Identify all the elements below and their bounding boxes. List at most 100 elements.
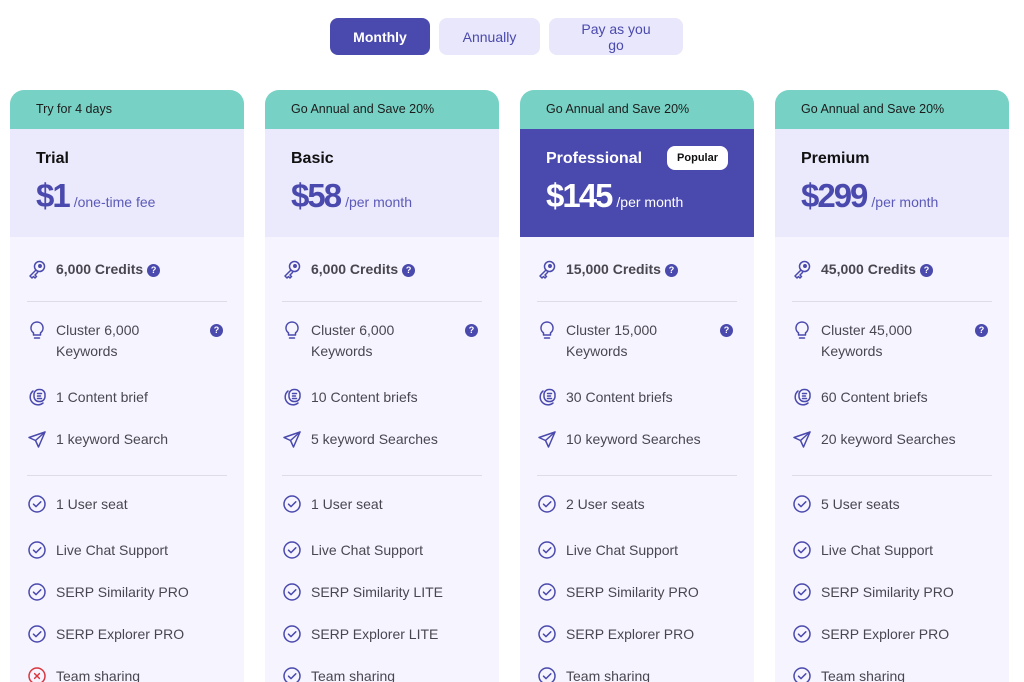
lightbulb-icon: [282, 320, 302, 340]
feature-row: Live Chat Support: [282, 522, 482, 564]
help-icon[interactable]: ?: [465, 324, 478, 337]
briefs-label: 60 Content briefs: [821, 389, 928, 405]
price-row: $145 /per month: [546, 177, 754, 215]
lightbulb-icon: [537, 320, 557, 340]
plan-features: 6,000 Credits? Cluster 6,000 Keywords ? …: [10, 237, 244, 682]
plan-price: $58: [291, 177, 342, 214]
feature-label: SERP Explorer PRO: [566, 626, 695, 642]
plan-card-trial[interactable]: Try for 4 days Trial $1 /one-time fee 6,…: [10, 90, 244, 682]
check-circle-icon: [27, 582, 47, 602]
content-brief-icon: [27, 387, 47, 407]
plan-features: 15,000 Credits? Cluster 15,000 Keywords …: [520, 237, 754, 682]
check-circle-icon: [792, 582, 812, 602]
check-circle-icon: [27, 540, 47, 560]
credits-row: 45,000 Credits?: [792, 237, 992, 301]
send-icon: [792, 429, 812, 449]
content-brief-icon: [792, 387, 812, 407]
plan-banner: Go Annual and Save 20%: [775, 90, 1009, 129]
plan-price: $299: [801, 177, 868, 214]
searches-label: 10 keyword Searches: [566, 431, 701, 447]
help-icon[interactable]: ?: [919, 264, 933, 277]
searches-row: 10 keyword Searches: [537, 423, 737, 475]
feature-row: SERP Similarity PRO: [27, 564, 227, 606]
plan-banner: Go Annual and Save 20%: [265, 90, 499, 129]
searches-label: 1 keyword Search: [56, 431, 169, 447]
feature-label: Team sharing: [566, 668, 651, 682]
searches-row: 5 keyword Searches: [282, 423, 482, 475]
help-icon[interactable]: ?: [975, 324, 988, 337]
searches-row: 1 keyword Search: [27, 423, 227, 475]
help-icon[interactable]: ?: [210, 324, 223, 337]
feature-row: SERP Explorer PRO: [537, 606, 737, 648]
feature-row: Live Chat Support: [537, 522, 737, 564]
feature-row: 1 User seat: [27, 476, 227, 522]
check-circle-icon: [537, 582, 557, 602]
credits-row: 6,000 Credits?: [282, 237, 482, 301]
feature-label: Team sharing: [821, 668, 906, 682]
feature-row: SERP Similarity LITE: [282, 564, 482, 606]
feature-row: SERP Explorer LITE: [282, 606, 482, 648]
plan-banner: Go Annual and Save 20%: [520, 90, 754, 129]
annually-tab[interactable]: Annually: [439, 18, 540, 55]
feature-row: Team sharing: [792, 648, 992, 682]
feature-label: Team sharing: [56, 668, 141, 682]
feature-row: 5 User seats: [792, 476, 992, 522]
feature-label: SERP Similarity PRO: [56, 584, 189, 600]
feature-label: SERP Similarity PRO: [821, 584, 954, 600]
key-icon: [537, 259, 557, 279]
check-circle-icon: [537, 624, 557, 644]
feature-list: 1 User seat Live Chat Support SERP Similar…: [282, 476, 482, 682]
searches-row: 20 keyword Searches: [792, 423, 992, 475]
feature-row: Live Chat Support: [792, 522, 992, 564]
pay-as-you-go-tab[interactable]: Pay as you go: [549, 18, 683, 55]
help-icon[interactable]: ?: [147, 264, 161, 277]
feature-list: 2 User seats Live Chat Support SERP Simila…: [537, 476, 737, 682]
check-circle-icon: [282, 540, 302, 560]
pricing-cards: Try for 4 days Trial $1 /one-time fee 6,…: [10, 90, 1009, 682]
feature-list: 1 User seat Live Chat Support SERP Similar…: [27, 476, 227, 682]
feature-label: 5 User seats: [821, 496, 900, 512]
plan-header: Premium $299 /per month: [775, 129, 1009, 237]
key-icon: [792, 259, 812, 279]
help-icon[interactable]: ?: [720, 324, 733, 337]
credits-label: 6,000 Credits: [56, 261, 144, 277]
plan-period: /per month: [345, 194, 412, 210]
feature-label: Live Chat Support: [566, 542, 679, 558]
check-circle-icon: [27, 494, 47, 514]
help-icon[interactable]: ?: [664, 264, 678, 277]
feature-label: SERP Similarity LITE: [311, 584, 443, 600]
plan-card-basic[interactable]: Go Annual and Save 20% Basic $58 /per mo…: [265, 90, 499, 682]
feature-row: Live Chat Support: [27, 522, 227, 564]
feature-row: Team sharing: [537, 648, 737, 682]
feature-row: Team sharing: [282, 648, 482, 682]
check-circle-icon: [282, 666, 302, 682]
check-circle-icon: [792, 666, 812, 682]
check-circle-icon: [792, 494, 812, 514]
feature-label: 1 User seat: [56, 496, 128, 512]
check-circle-icon: [537, 666, 557, 682]
key-icon: [282, 259, 302, 279]
lightbulb-icon: [27, 320, 47, 340]
send-icon: [27, 429, 47, 449]
plan-card-premium[interactable]: Go Annual and Save 20% Premium $299 /per…: [775, 90, 1009, 682]
plan-period: /per month: [616, 194, 684, 210]
plan-period: /per month: [871, 194, 939, 210]
lightbulb-icon: [792, 320, 812, 340]
monthly-tab[interactable]: Monthly: [330, 18, 430, 55]
check-circle-icon: [792, 540, 812, 560]
briefs-label: 10 Content briefs: [311, 389, 418, 405]
cluster-label: Cluster 6,000 Keywords: [56, 322, 140, 359]
price-row: $58 /per month: [291, 177, 499, 215]
plan-price: $145: [546, 177, 613, 214]
check-circle-icon: [792, 624, 812, 644]
plan-card-professional[interactable]: Go Annual and Save 20% Professional $145…: [520, 90, 754, 682]
feature-label: 1 User seat: [311, 496, 383, 512]
feature-row: Team sharing: [27, 648, 227, 682]
feature-label: Team sharing: [311, 668, 396, 682]
key-icon: [27, 259, 47, 279]
feature-label: Live Chat Support: [311, 542, 424, 558]
help-icon[interactable]: ?: [402, 264, 416, 277]
credits-label: 15,000 Credits: [566, 261, 661, 277]
feature-row: 2 User seats: [537, 476, 737, 522]
check-circle-icon: [27, 624, 47, 644]
